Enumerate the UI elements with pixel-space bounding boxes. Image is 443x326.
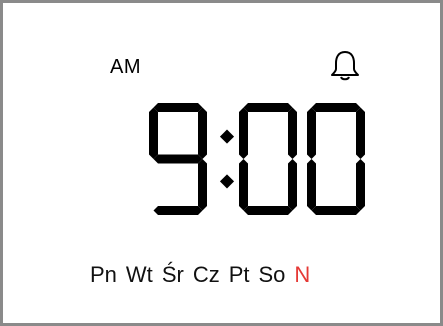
segment-b (198, 107, 207, 159)
segment-c (288, 159, 297, 211)
segment-e (239, 159, 248, 211)
weekday-śr[interactable]: Śr (162, 262, 184, 288)
segment-a (153, 103, 203, 112)
segment-f (239, 107, 248, 159)
segment-b (356, 107, 365, 159)
weekday-cz[interactable]: Cz (193, 262, 220, 288)
segment-f (307, 107, 316, 159)
segment-f (149, 107, 158, 159)
digit-0 (239, 103, 297, 215)
segment-g (153, 154, 203, 164)
clock-screen: AM Pn Wt Śr Cz Pt So N (0, 0, 443, 326)
segment-b (288, 107, 297, 159)
segment-a (311, 103, 361, 112)
segment-d (153, 206, 203, 215)
bell-icon[interactable] (327, 47, 363, 83)
weekday-pn[interactable]: Pn (90, 262, 117, 288)
segment-d (243, 206, 293, 215)
seven-segment-time (149, 103, 365, 215)
weekday-row: Pn Wt Śr Cz Pt So N (90, 262, 310, 288)
weekday-so[interactable]: So (259, 262, 286, 288)
weekday-wt[interactable]: Wt (126, 262, 153, 288)
segment-c (356, 159, 365, 211)
time-colon (219, 129, 235, 189)
digit-9 (149, 103, 207, 215)
segment-a (243, 103, 293, 112)
am-pm-indicator: AM (110, 56, 141, 78)
segment-e (307, 159, 316, 211)
time-display (145, 99, 375, 219)
segment-d (311, 206, 361, 215)
weekday-n[interactable]: N (294, 262, 310, 288)
segment-c (198, 159, 207, 211)
weekday-pt[interactable]: Pt (229, 262, 250, 288)
digit-0 (307, 103, 365, 215)
